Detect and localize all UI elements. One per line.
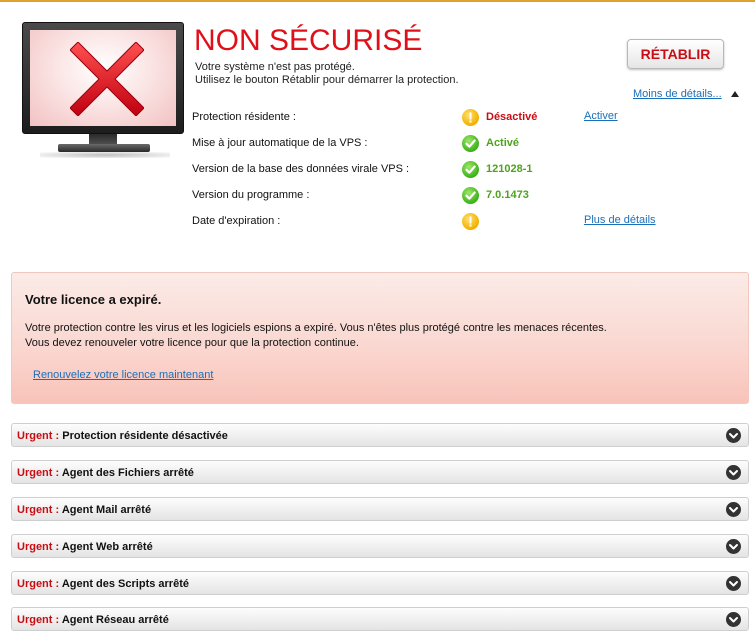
info-value: 121028-1 xyxy=(486,163,533,175)
warning-icon xyxy=(462,109,479,126)
warning-icon xyxy=(462,213,479,230)
alert-text: Urgent : Protection résidente désactivée xyxy=(17,430,228,442)
chevron-down-icon[interactable] xyxy=(726,576,741,591)
urgent-label: Urgent : xyxy=(17,541,60,553)
top-border xyxy=(0,0,755,2)
monitor-screen xyxy=(30,30,176,126)
info-row-resident-protection: Protection résidente : Désactivé Activer xyxy=(192,109,712,126)
alert-bar-mail-agent[interactable]: Urgent : Agent Mail arrêté xyxy=(11,497,749,521)
check-icon xyxy=(462,187,479,204)
license-text-line-1: Votre protection contre les virus et les… xyxy=(25,322,607,334)
license-text-line-2: Vous devez renouveler votre licence pour… xyxy=(25,337,359,349)
status-line-1: Votre système n'est pas protégé. xyxy=(195,61,355,73)
info-label: Mise à jour automatique de la VPS : xyxy=(192,137,368,149)
status-description: Votre système n'est pas protégé. Utilise… xyxy=(195,61,459,87)
info-row-program-version: Version du programme : 7.0.1473 xyxy=(192,187,712,204)
alert-text: Urgent : Agent des Fichiers arrêté xyxy=(17,467,194,479)
chevron-down-icon[interactable] xyxy=(726,428,741,443)
alert-text: Urgent : Agent Réseau arrêté xyxy=(17,614,169,626)
license-expired-panel: Votre licence a expiré. Votre protection… xyxy=(11,272,749,404)
alert-text: Urgent : Agent des Scripts arrêté xyxy=(17,578,189,590)
urgent-label: Urgent : xyxy=(17,430,60,442)
less-details-link[interactable]: Moins de détails... xyxy=(633,88,722,100)
alert-message: Agent Mail arrêté xyxy=(61,504,152,516)
info-value: 7.0.1473 xyxy=(486,189,529,201)
renew-license-link[interactable]: Renouvelez votre licence maintenant xyxy=(33,369,213,381)
info-label: Version de la base des données virale VP… xyxy=(192,163,410,175)
chevron-down-icon[interactable] xyxy=(726,502,741,517)
info-value: Désactivé xyxy=(486,111,538,123)
info-row-auto-update: Mise à jour automatique de la VPS : Acti… xyxy=(192,135,712,152)
alert-message: Protection résidente désactivée xyxy=(62,430,228,442)
license-description: Votre protection contre les virus et les… xyxy=(25,321,607,351)
alert-text: Urgent : Agent Mail arrêté xyxy=(17,504,151,516)
red-x-icon xyxy=(70,42,144,116)
urgent-label: Urgent : xyxy=(17,578,60,590)
license-title: Votre licence a expiré. xyxy=(25,292,162,307)
monitor-base xyxy=(58,144,150,152)
alert-bar-file-agent[interactable]: Urgent : Agent des Fichiers arrêté xyxy=(11,460,749,484)
alert-message: Agent Réseau arrêté xyxy=(61,614,169,626)
status-title: NON SÉCURISÉ xyxy=(194,24,423,57)
info-value: Activé xyxy=(486,137,520,149)
urgent-label: Urgent : xyxy=(17,467,60,479)
chevron-down-icon[interactable] xyxy=(726,539,741,554)
status-line-2: Utilisez le bouton Rétablir pour démarre… xyxy=(195,74,459,86)
alert-bar-resident-protection[interactable]: Urgent : Protection résidente désactivée xyxy=(11,423,749,447)
check-icon xyxy=(462,135,479,152)
info-row-expiration-date: Date d'expiration : Plus de détails xyxy=(192,213,712,230)
alert-bar-script-agent[interactable]: Urgent : Agent des Scripts arrêté xyxy=(11,571,749,595)
alert-message: Agent des Scripts arrêté xyxy=(61,578,189,590)
alert-bar-web-agent[interactable]: Urgent : Agent Web arrêté xyxy=(11,534,749,558)
alert-message: Agent des Fichiers arrêté xyxy=(61,467,194,479)
more-details-link[interactable]: Plus de détails xyxy=(584,214,656,226)
urgent-label: Urgent : xyxy=(17,504,60,516)
info-label: Version du programme : xyxy=(192,189,310,201)
alert-message: Agent Web arrêté xyxy=(61,541,153,553)
collapse-arrow-icon[interactable] xyxy=(731,91,739,97)
alert-text: Urgent : Agent Web arrêté xyxy=(17,541,153,553)
activate-link[interactable]: Activer xyxy=(584,110,618,122)
info-label: Protection résidente : xyxy=(192,111,296,123)
info-label: Date d'expiration : xyxy=(192,215,281,227)
check-icon xyxy=(462,161,479,178)
urgent-label: Urgent : xyxy=(17,614,60,626)
info-row-virus-db-version: Version de la base des données virale VP… xyxy=(192,161,712,178)
monitor-bezel xyxy=(22,22,184,134)
chevron-down-icon[interactable] xyxy=(726,612,741,627)
restore-button[interactable]: RÉTABLIR xyxy=(627,39,724,69)
monitor-shadow xyxy=(40,152,170,158)
unsecured-monitor-illustration xyxy=(22,22,187,160)
chevron-down-icon[interactable] xyxy=(726,465,741,480)
alert-bar-network-agent[interactable]: Urgent : Agent Réseau arrêté xyxy=(11,607,749,631)
